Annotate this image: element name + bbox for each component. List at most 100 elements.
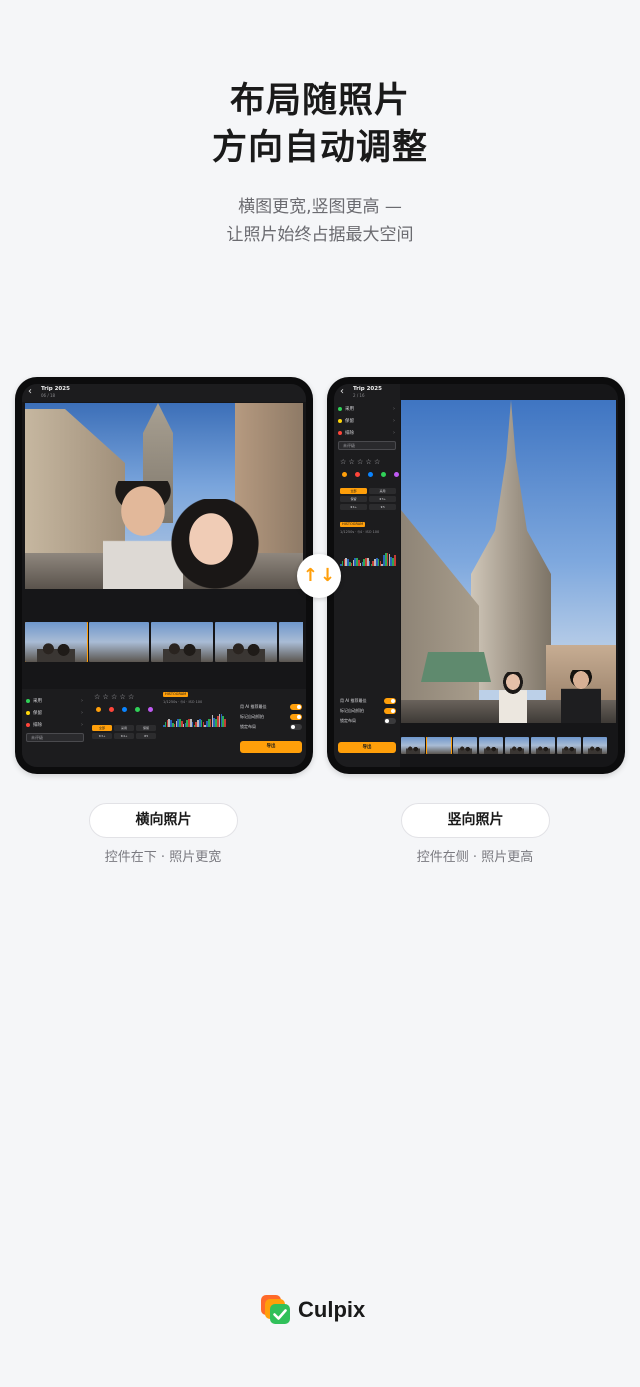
photo-counter: 2 / 16 <box>353 393 365 398</box>
filter-chip[interactable]: 保留 <box>136 725 156 731</box>
subheadline-line-2: 让照片始终占据最大空间 <box>226 225 414 245</box>
toggle-row-ai: 用 AI 推荐最佳 <box>340 697 396 704</box>
group-row-adopt[interactable]: 采用 › <box>338 404 398 414</box>
color-label-blue[interactable] <box>368 472 373 477</box>
side-controls: ‹ Trip 2025 2 / 16 采用 › 保留 › 排除 › 未评级 ☆ … <box>334 384 400 767</box>
ai-recommend-toggle[interactable] <box>384 697 396 704</box>
color-label-green[interactable] <box>381 472 386 477</box>
filmstrip[interactable] <box>25 622 303 662</box>
landscape-device-mockup: ‹ Trip 2025 06 / 18 采用 › 保留 › 排除 › 未评级 ☆… <box>15 377 313 774</box>
auto-capture-toggle[interactable] <box>290 713 302 720</box>
person-right <box>165 499 265 589</box>
auto-capture-toggle[interactable] <box>384 707 396 714</box>
export-label: 导出 <box>266 744 276 749</box>
main-photo[interactable] <box>401 400 616 723</box>
lock-layout-toggle[interactable] <box>290 723 302 730</box>
filmstrip-thumb[interactable] <box>426 737 452 754</box>
group-label: 采用 <box>33 699 42 704</box>
chevron-right-icon: › <box>393 418 395 424</box>
filmstrip-thumb[interactable] <box>89 622 149 662</box>
bottom-controls: 采用 › 保留 › 排除 › 未评级 ☆ ☆ ☆ ☆ ☆ 全部 采用 保留 ★3… <box>22 689 306 767</box>
toggle-row-lock: 锁定布局 <box>340 717 396 724</box>
exif-info: 1/1250s · f/4 · ISO 100 <box>163 700 203 704</box>
back-icon[interactable]: ‹ <box>28 386 32 398</box>
color-label-red[interactable] <box>109 707 114 712</box>
portrait-label-pill: 竖向照片 <box>401 803 550 838</box>
histogram <box>163 713 227 727</box>
filmstrip-thumb[interactable] <box>279 622 303 662</box>
photo-counter: 06 / 18 <box>41 393 56 398</box>
group-color-dot <box>26 723 30 727</box>
filter-value: 未评级 <box>343 443 355 448</box>
color-labels[interactable] <box>342 472 399 477</box>
main-photo[interactable] <box>25 403 303 589</box>
brand-logo: Culpix <box>260 1293 390 1333</box>
histogram <box>340 552 396 566</box>
chevron-right-icon: › <box>81 698 83 704</box>
color-label-purple[interactable] <box>148 707 153 712</box>
group-label: 采用 <box>345 407 354 412</box>
filter-chip[interactable]: 保留 <box>340 496 367 502</box>
filmstrip-thumb[interactable] <box>479 737 503 754</box>
filter-chip[interactable]: 全部 <box>340 488 367 494</box>
filter-chip[interactable]: ★4+ <box>114 733 134 739</box>
back-icon[interactable]: ‹ <box>340 386 344 398</box>
portrait-caption: 控件在侧 · 照片更高 <box>416 850 534 865</box>
filmstrip-thumb[interactable] <box>215 622 277 662</box>
color-labels[interactable] <box>96 707 153 712</box>
color-label-blue[interactable] <box>122 707 127 712</box>
ai-recommend-toggle[interactable] <box>290 703 302 710</box>
group-row-keep[interactable]: 保留 › <box>338 416 398 426</box>
group-label: 保留 <box>345 419 354 424</box>
culpix-logo-icon <box>261 1295 290 1324</box>
star-rating[interactable]: ☆ ☆ ☆ ☆ ☆ <box>340 458 380 466</box>
star-rating[interactable]: ☆ ☆ ☆ ☆ ☆ <box>94 693 134 701</box>
filmstrip-thumb[interactable] <box>531 737 555 754</box>
portrait-screen: ‹ Trip 2025 2 / 16 采用 › 保留 › 排除 › 未评级 ☆ … <box>334 384 618 767</box>
filter-chip[interactable]: ★3+ <box>92 733 112 739</box>
color-label-orange[interactable] <box>96 707 101 712</box>
filmstrip-thumb[interactable] <box>151 622 213 662</box>
rating-filter-select[interactable]: 未评级 <box>26 733 84 742</box>
toggle-row-lock: 锁定布局 <box>240 723 302 730</box>
color-label-orange[interactable] <box>342 472 347 477</box>
chevron-right-icon: › <box>393 430 395 436</box>
filter-chip[interactable]: 采用 <box>114 725 134 731</box>
group-color-dot <box>338 407 342 411</box>
headline-line-2: 方向自动调整 <box>211 128 428 168</box>
export-button[interactable]: 导出 <box>338 742 396 753</box>
color-label-purple[interactable] <box>394 472 399 477</box>
color-label-red[interactable] <box>355 472 360 477</box>
landscape-screen: ‹ Trip 2025 06 / 18 采用 › 保留 › 排除 › 未评级 ☆… <box>22 384 306 767</box>
group-row-keep[interactable]: 保留 › <box>26 708 86 718</box>
toggle-label: 标记自动抓拍 <box>340 708 364 713</box>
filmstrip-thumb[interactable] <box>401 737 425 754</box>
group-row-exclude[interactable]: 排除 › <box>26 720 86 730</box>
filter-chip[interactable]: ★4+ <box>340 504 367 510</box>
filter-chip[interactable]: 全部 <box>92 725 112 731</box>
group-row-exclude[interactable]: 排除 › <box>338 428 398 438</box>
filmstrip-thumb[interactable] <box>505 737 529 754</box>
toggle-row-auto: 标记自动抓拍 <box>240 713 302 720</box>
landscape-caption: 控件在下 · 照片更宽 <box>104 850 222 865</box>
export-label: 导出 <box>362 745 372 750</box>
export-button[interactable]: 导出 <box>240 741 302 753</box>
filmstrip-thumb[interactable] <box>583 737 607 754</box>
rating-filter-select[interactable]: 未评级 <box>338 441 396 450</box>
filter-chip[interactable]: ★3+ <box>369 496 396 502</box>
subheadline: 横图更宽,竖图更高 — 让照片始终占据最大空间 <box>0 193 640 249</box>
filmstrip-thumb[interactable] <box>453 737 477 754</box>
filter-chip[interactable]: ★5 <box>369 504 396 510</box>
filter-chip[interactable]: 采用 <box>369 488 396 494</box>
cathedral-spire <box>471 400 551 690</box>
group-row-adopt[interactable]: 采用 › <box>26 696 86 706</box>
lock-layout-toggle[interactable] <box>384 717 396 724</box>
filmstrip[interactable] <box>401 737 616 754</box>
filter-chips: 全部 采用 保留 ★3+ ★4+ ★5 <box>92 725 156 739</box>
filmstrip-thumb[interactable] <box>25 622 88 662</box>
orientation-swap-icon: ↑ ↓ <box>297 554 341 598</box>
filmstrip-thumb[interactable] <box>557 737 581 754</box>
color-label-green[interactable] <box>135 707 140 712</box>
headline: 布局随照片 方向自动调整 <box>0 78 640 172</box>
filter-chip[interactable]: ★5 <box>136 733 156 739</box>
